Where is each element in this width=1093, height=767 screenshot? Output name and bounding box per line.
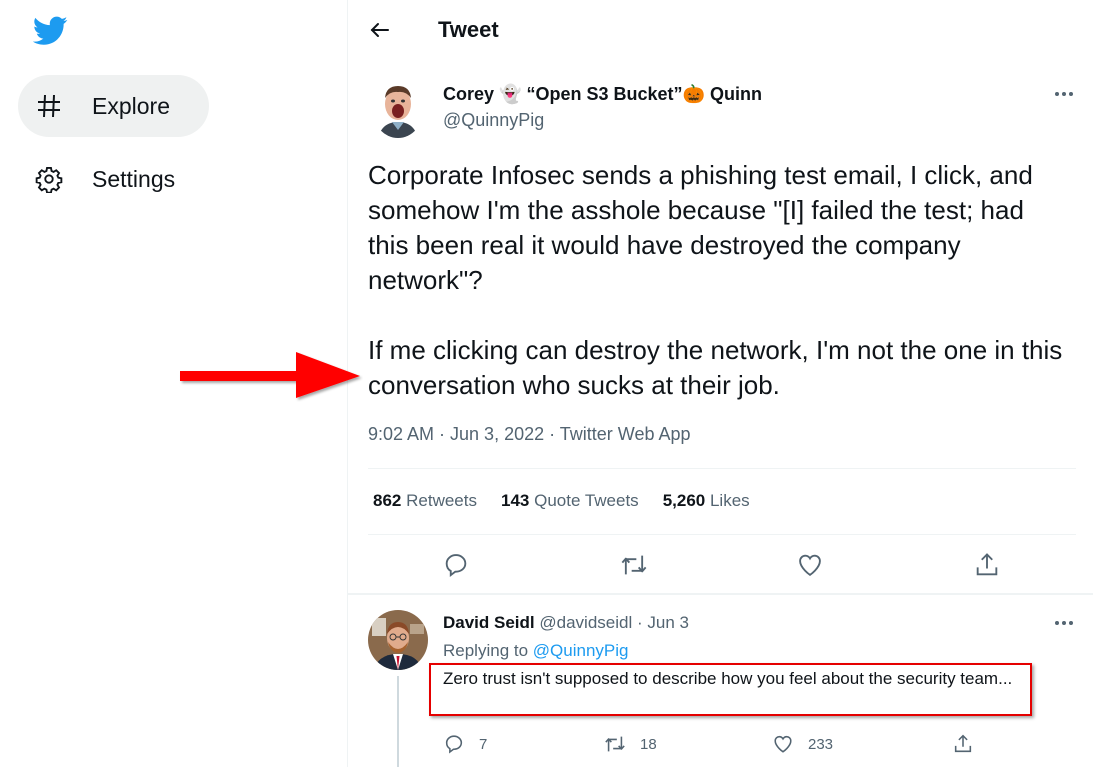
tweet-paragraph: If me clicking can destroy the network, … (368, 335, 1063, 400)
pumpkin-emoji-icon: 🎃 (682, 84, 705, 104)
red-highlight-annotation (429, 663, 1032, 716)
red-arrow-annotation (180, 352, 360, 398)
reply-icon[interactable] (442, 551, 470, 579)
reply-header: David Seidl @davidseidl · Jun 3 (443, 613, 689, 632)
sidebar-item-explore[interactable]: Explore (18, 75, 209, 137)
retweet-icon (605, 736, 625, 752)
more-options-icon[interactable] (1052, 615, 1076, 631)
divider (368, 468, 1076, 469)
divider (368, 534, 1076, 535)
likes-stat[interactable]: 5,260 Likes (663, 491, 750, 511)
more-options-icon[interactable] (1052, 86, 1076, 102)
tweet-detail-column: Tweet Corey 👻 “Open S3 Bucket”🎃 Quinn @Q… (348, 0, 1093, 767)
page-title: Tweet (438, 17, 499, 42)
reply-reply-button[interactable]: 7 (443, 733, 487, 755)
ghost-emoji-icon: 👻 (499, 84, 522, 104)
share-icon (954, 734, 972, 753)
reply-author-name[interactable]: David Seidl (443, 613, 535, 632)
tweet-paragraph: Corporate Infosec sends a phishing test … (368, 160, 1033, 295)
hashtag-icon (34, 91, 64, 121)
gear-icon (34, 164, 64, 194)
tweet-actions (348, 545, 1093, 585)
tweet-stats: 862 Retweets 143 Quote Tweets 5,260 Like… (373, 491, 750, 511)
page-header: Tweet (348, 0, 1093, 60)
reply-share-button[interactable] (952, 733, 988, 755)
reply-like-button[interactable]: 233 (772, 733, 833, 755)
replying-to-link[interactable]: @QuinnyPig (533, 641, 629, 660)
tweet-text: Corporate Infosec sends a phishing test … (368, 158, 1068, 403)
reply-date[interactable]: Jun 3 (647, 613, 689, 632)
reply-author-handle[interactable]: @davidseidl (539, 613, 632, 632)
reply-avatar[interactable] (368, 610, 428, 670)
author-handle[interactable]: @QuinnyPig (443, 110, 544, 131)
like-icon[interactable] (796, 551, 824, 579)
sidebar-item-label: Settings (92, 165, 176, 192)
sidebar-item-settings[interactable]: Settings (18, 148, 197, 210)
section-separator (348, 593, 1093, 595)
retweet-icon[interactable] (620, 551, 648, 579)
quote-tweets-stat[interactable]: 143 Quote Tweets (501, 491, 639, 511)
author-name[interactable]: Corey 👻 “Open S3 Bucket”🎃 Quinn (443, 84, 762, 105)
share-icon[interactable] (973, 551, 1001, 579)
tweet-timestamp[interactable]: 9:02 AM · Jun 3, 2022 · Twitter Web App (368, 424, 691, 445)
sidebar-item-label: Explore (92, 92, 170, 119)
reply-icon (445, 735, 463, 754)
replying-to: Replying to @QuinnyPig (443, 641, 629, 660)
thread-line (397, 676, 399, 767)
like-icon (774, 735, 792, 753)
retweets-stat[interactable]: 862 Retweets (373, 491, 477, 511)
avatar[interactable] (372, 78, 424, 138)
twitter-logo-icon[interactable] (32, 16, 68, 46)
arrow-left-icon[interactable] (368, 18, 392, 42)
reply-retweet-button[interactable]: 18 (604, 733, 657, 755)
